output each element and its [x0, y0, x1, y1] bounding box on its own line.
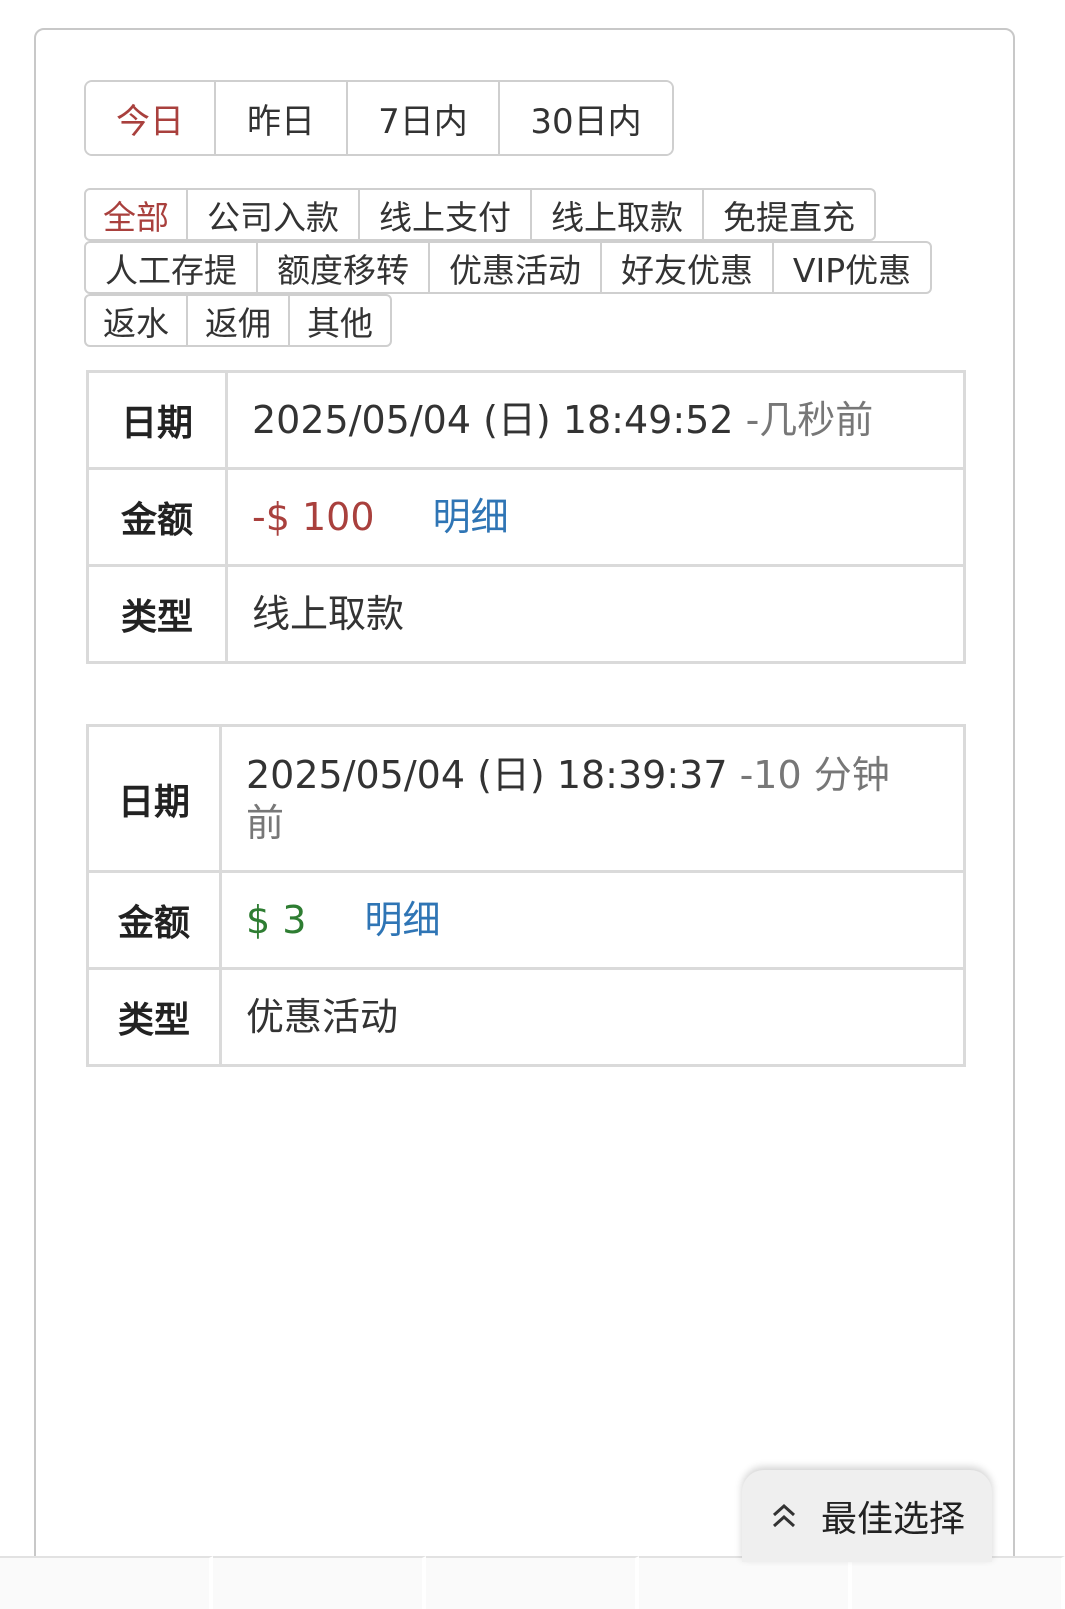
filter-vip-bonus[interactable]: VIP优惠	[772, 241, 932, 294]
filter-manual[interactable]: 人工存提	[84, 241, 258, 294]
filter-promotions[interactable]: 优惠活动	[428, 241, 602, 294]
filter-row-1: 全部 公司入款 线上支付 线上取款 免提直充	[84, 188, 964, 241]
type-label: 类型	[86, 967, 222, 1067]
type-filters: 全部 公司入款 线上支付 线上取款 免提直充 人工存提 额度移转 优惠活动 好友…	[84, 188, 964, 347]
bottom-tab[interactable]	[213, 1556, 426, 1609]
date-label: 日期	[86, 370, 228, 470]
filter-transfer[interactable]: 额度移转	[256, 241, 430, 294]
date-value: 2025/05/04 (日) 18:49:52 -几秒前	[225, 370, 966, 470]
best-choice-button[interactable]: 最佳选择	[742, 1470, 992, 1562]
filter-other[interactable]: 其他	[288, 294, 392, 347]
date-label: 日期	[86, 724, 222, 873]
filter-rebate[interactable]: 返水	[84, 294, 188, 347]
filter-direct-topup[interactable]: 免提直充	[702, 188, 876, 241]
filter-row-3: 返水 返佣 其他	[84, 294, 964, 347]
record-row-type: 类型 线上取款	[86, 564, 966, 664]
period-tabs: 今日 昨日 7日内 30日内	[84, 80, 674, 156]
relative-time: -几秒前	[745, 398, 874, 442]
filter-friend-bonus[interactable]: 好友优惠	[600, 241, 774, 294]
record-card: 日期 2025/05/04 (日) 18:49:52 -几秒前 金额 -$ 10…	[86, 370, 966, 664]
detail-link[interactable]: 明细	[365, 898, 441, 942]
record-row-date: 日期 2025/05/04 (日) 18:39:37 -10 分钟前	[86, 724, 966, 873]
amount-value: $ 3 明细	[219, 870, 966, 970]
amount-text: $ 3	[246, 898, 307, 942]
datetime-text: 2025/05/04 (日) 18:49:52	[252, 398, 734, 442]
tab-30-days[interactable]: 30日内	[500, 82, 672, 154]
record-row-amount: 金额 $ 3 明细	[86, 870, 966, 970]
type-label: 类型	[86, 564, 228, 664]
amount-text: -$ 100	[252, 495, 375, 539]
amount-label: 金额	[86, 467, 228, 567]
filter-all[interactable]: 全部	[84, 188, 188, 241]
bottom-tab[interactable]	[0, 1556, 213, 1609]
tab-yesterday[interactable]: 昨日	[216, 82, 348, 154]
amount-label: 金额	[86, 870, 222, 970]
best-choice-label: 最佳选择	[820, 1499, 965, 1540]
amount-value: -$ 100 明细	[225, 467, 966, 567]
bottom-tab[interactable]	[426, 1556, 639, 1609]
record-row-type: 类型 优惠活动	[86, 967, 966, 1067]
filter-company-deposit[interactable]: 公司入款	[186, 188, 360, 241]
bottom-tab-strip	[0, 1556, 1065, 1609]
filter-online-withdrawal[interactable]: 线上取款	[530, 188, 704, 241]
date-value: 2025/05/04 (日) 18:39:37 -10 分钟前	[219, 724, 966, 873]
tab-today[interactable]: 今日	[86, 82, 216, 154]
type-value: 线上取款	[225, 564, 966, 664]
double-chevron-up-icon	[772, 1503, 795, 1528]
record-row-date: 日期 2025/05/04 (日) 18:49:52 -几秒前	[86, 370, 966, 470]
filter-row-2: 人工存提 额度移转 优惠活动 好友优惠 VIP优惠	[84, 241, 964, 294]
datetime-text: 2025/05/04 (日) 18:39:37	[246, 752, 728, 797]
record-card: 日期 2025/05/04 (日) 18:39:37 -10 分钟前 金额 $ …	[86, 724, 966, 1067]
tab-7-days[interactable]: 7日内	[348, 82, 500, 154]
detail-link[interactable]: 明细	[433, 495, 509, 539]
bottom-tab[interactable]	[852, 1556, 1065, 1609]
bottom-tab[interactable]	[639, 1556, 852, 1609]
filter-commission[interactable]: 返佣	[186, 294, 290, 347]
filter-online-payment[interactable]: 线上支付	[358, 188, 532, 241]
record-row-amount: 金额 -$ 100 明细	[86, 467, 966, 567]
records-panel: 今日 昨日 7日内 30日内 全部 公司入款 线上支付 线上取款 免提直充 人工…	[34, 28, 1015, 1572]
type-value: 优惠活动	[219, 967, 966, 1067]
